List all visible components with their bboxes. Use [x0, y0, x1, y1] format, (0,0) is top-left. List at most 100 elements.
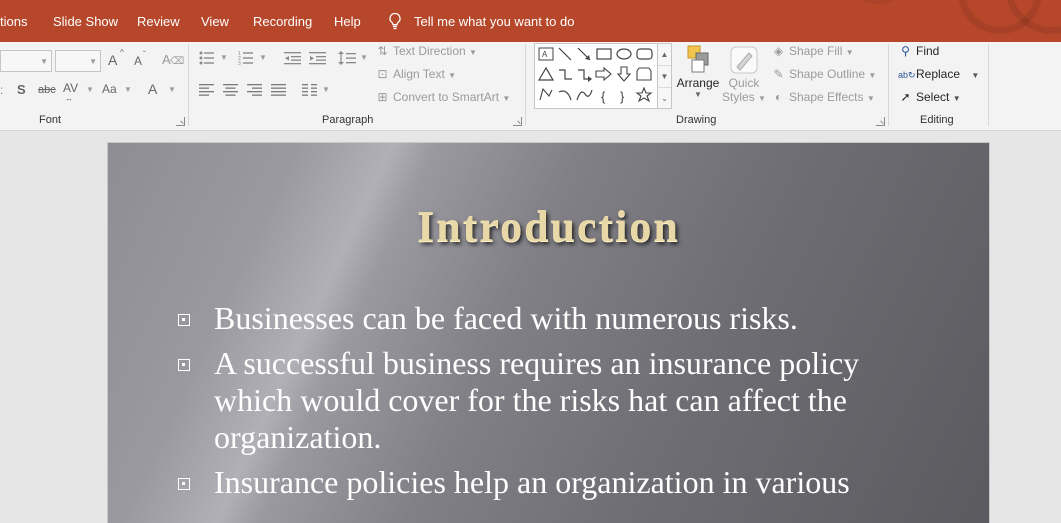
shapes-gallery-icons: A { } [537, 47, 653, 104]
bullet-item[interactable]: Businesses can be faced with numerous ri… [178, 300, 934, 337]
tab-slide-show[interactable]: Slide Show [53, 14, 118, 29]
tab-review[interactable]: Review [137, 14, 180, 29]
down-arrow-shape-icon[interactable] [616, 66, 632, 82]
triangle-shape-icon[interactable] [537, 66, 555, 81]
group-separator [188, 44, 189, 126]
tell-me-search[interactable]: Tell me what you want to do [414, 14, 574, 29]
quick-styles-button[interactable]: Quick Styles ▼ [722, 44, 766, 106]
shapes-gallery-scroll[interactable]: ▲ ▼ ⌄ [657, 43, 672, 109]
tab-transitions[interactable]: tions [0, 14, 27, 29]
decrease-font-size-button[interactable]: A [134, 54, 142, 68]
text-shadow-button[interactable]: S [17, 82, 26, 97]
increase-font-size-button[interactable]: A [108, 52, 117, 68]
replace-dropdown-icon: ▼ [971, 71, 980, 80]
align-right-icon[interactable] [247, 84, 262, 96]
drawing-dialog-launcher[interactable] [876, 117, 885, 126]
replace-button[interactable]: ab↻Replace ▼ [898, 67, 979, 81]
shape-effects-dropdown-icon: ▼ [866, 94, 875, 103]
tab-help[interactable]: Help [334, 14, 361, 29]
numbering-icon[interactable]: 1 2 3 [238, 51, 254, 65]
slide-canvas[interactable]: Introduction Businesses can be faced wit… [108, 143, 989, 523]
tab-view[interactable]: View [201, 14, 229, 29]
group-separator [888, 44, 889, 126]
arrow-line-shape-icon[interactable] [577, 47, 591, 61]
decrease-indent-icon[interactable] [284, 51, 302, 65]
font-size-combo[interactable]: ▼ [55, 50, 101, 72]
arrange-dropdown-icon: ▼ [694, 90, 702, 99]
svg-text:3: 3 [238, 61, 241, 65]
svg-text:}: } [620, 89, 625, 104]
freeform-shape-icon[interactable] [539, 87, 553, 101]
text-direction-button[interactable]: ⇅ Text Direction ▼ [375, 44, 477, 58]
line-spacing-icon[interactable] [338, 51, 356, 66]
bullets-icon[interactable] [199, 51, 215, 65]
lightbulb-icon[interactable] [388, 12, 402, 30]
line-spacing-dropdown-icon[interactable]: ▼ [360, 53, 368, 62]
justify-icon[interactable] [271, 84, 286, 96]
shape-effects-icon: ◐ [774, 90, 783, 104]
select-dropdown-icon: ▼ [952, 94, 961, 103]
snip-rectangle-shape-icon[interactable] [636, 67, 652, 81]
decorative-circle [840, 0, 914, 4]
columns-dropdown-icon[interactable]: ▼ [322, 85, 330, 94]
text-direction-icon: ⇅ [377, 44, 388, 58]
oval-shape-icon[interactable] [616, 48, 632, 60]
font-group-label: Font [39, 114, 62, 126]
rectangle-shape-icon[interactable] [596, 48, 612, 60]
tab-recording[interactable]: Recording [253, 14, 312, 29]
convert-to-smartart-button[interactable]: ⊞ Convert to SmartArt ▼ [375, 90, 510, 104]
bullet-item[interactable]: Insurance policies help an organization … [178, 464, 934, 501]
star-shape-icon[interactable] [635, 86, 653, 103]
elbow-connector-shape-icon[interactable] [559, 69, 572, 80]
quick-styles-icon [730, 46, 758, 74]
bullet-item[interactable]: A successful business requires an insura… [178, 345, 934, 456]
gallery-more-button[interactable]: ⌄ [658, 88, 671, 109]
shape-effects-button[interactable]: ◐ Shape Effects ▼ [771, 90, 875, 104]
ribbon: ▼ ▼ A ^ A ˇ A ⌫ : S abc AV ↔ ▼ Aa ▼ A ▼ … [0, 42, 1061, 131]
group-separator [525, 44, 526, 126]
quick-styles-dropdown-icon: ▼ [758, 94, 766, 103]
ribbon-tab-bar: tions Slide Show Review View Recording H… [0, 0, 1061, 42]
numbering-dropdown-icon[interactable]: ▼ [259, 53, 267, 62]
align-text-button[interactable]: ⊡ Align Text ▼ [375, 67, 456, 81]
pencil-icon: ✎ [773, 67, 784, 81]
text-box-shape-icon[interactable]: A [538, 47, 554, 61]
font-dialog-launcher[interactable] [176, 117, 185, 126]
strikethrough-button[interactable]: abc [38, 84, 56, 96]
font-color-dropdown-icon[interactable]: ▼ [168, 85, 176, 94]
arc-shape-icon[interactable] [558, 90, 572, 101]
rounded-rectangle-shape-icon[interactable] [636, 48, 653, 60]
bullets-dropdown-icon[interactable]: ▼ [220, 53, 228, 62]
square-bullet-icon [178, 359, 190, 371]
font-name-combo[interactable]: ▼ [0, 50, 52, 72]
gallery-scroll-up[interactable]: ▲ [658, 44, 671, 66]
right-arrow-shape-icon[interactable] [595, 66, 612, 82]
right-brace-shape-icon[interactable]: } [620, 89, 625, 104]
shape-outline-button[interactable]: ✎ Shape Outline ▼ [771, 67, 876, 81]
columns-icon[interactable] [302, 84, 317, 96]
case-dropdown-icon[interactable]: ▼ [124, 85, 132, 94]
character-spacing-button[interactable]: AV [63, 81, 78, 95]
spacing-dropdown-icon[interactable]: ▼ [86, 85, 94, 94]
shape-fill-button[interactable]: ◈ Shape Fill ▼ [771, 44, 854, 58]
align-center-icon[interactable] [223, 84, 238, 96]
find-button[interactable]: ⚲ Find [898, 44, 939, 58]
shape-fill-dropdown-icon: ▼ [845, 48, 854, 57]
arrange-button[interactable]: Arrange ▼ [676, 44, 720, 99]
spacing-arrows-icon: ↔ [65, 94, 73, 103]
curve-shape-icon[interactable] [576, 89, 593, 101]
shapes-gallery[interactable]: A { } [534, 43, 659, 109]
paragraph-dialog-launcher[interactable] [513, 117, 522, 126]
slide-title[interactable]: Introduction [108, 201, 989, 252]
square-bullet-icon [178, 478, 190, 490]
select-button[interactable]: ➚ Select ▼ [898, 90, 961, 104]
gallery-scroll-down[interactable]: ▼ [658, 66, 671, 88]
font-more-dot: : [0, 83, 4, 97]
increase-indent-icon[interactable] [309, 51, 327, 65]
align-left-icon[interactable] [199, 84, 214, 96]
change-case-button[interactable]: Aa [102, 82, 117, 96]
left-brace-shape-icon[interactable]: { [601, 89, 606, 104]
font-color-button[interactable]: A [148, 81, 157, 97]
line-shape-icon[interactable] [558, 47, 572, 61]
elbow-arrow-shape-icon[interactable] [578, 69, 592, 82]
